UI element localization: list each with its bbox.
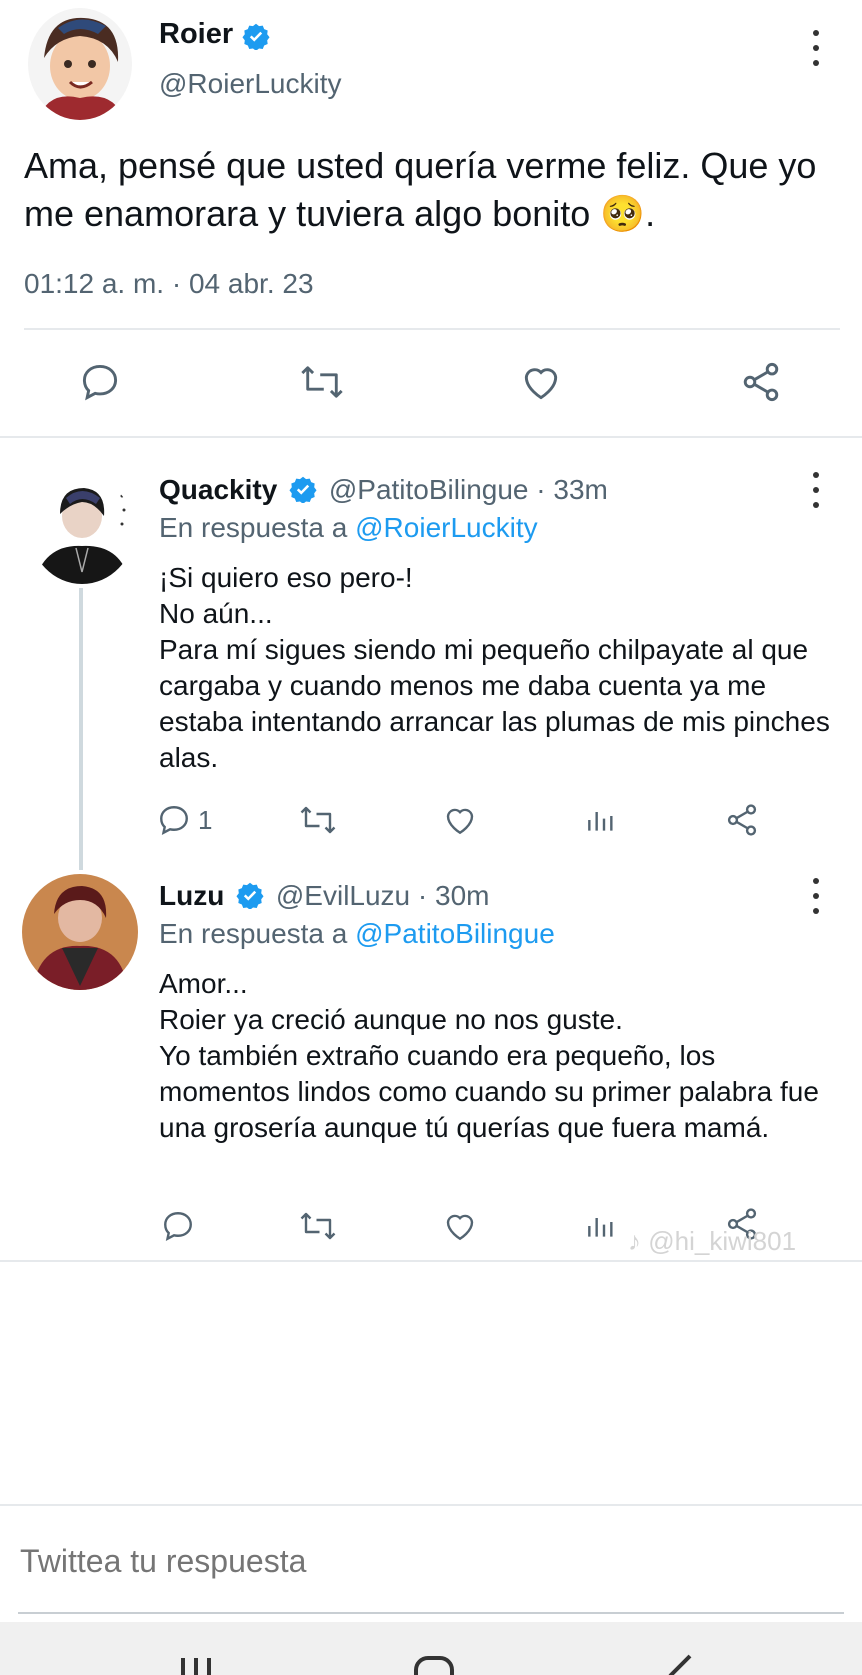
recent-apps-icon — [194, 1658, 198, 1675]
views-button[interactable] — [582, 1206, 618, 1246]
more-options-button[interactable] — [806, 472, 826, 508]
author-handle[interactable]: @RoierLuckity — [159, 68, 341, 100]
share-button[interactable] — [722, 800, 762, 840]
more-options-button[interactable] — [806, 30, 826, 66]
tweet-timestamp[interactable]: 01:12 a. m. · 04 abr. 23 — [24, 268, 314, 300]
thread-bottom-divider — [0, 1260, 862, 1262]
composer-top-divider — [0, 1504, 862, 1506]
more-icon-dot — [813, 487, 819, 493]
like-icon — [446, 1214, 474, 1241]
back-button[interactable] — [660, 1652, 700, 1675]
like-button[interactable] — [440, 800, 480, 840]
more-icon-dot — [813, 45, 819, 51]
like-button[interactable] — [516, 358, 566, 406]
recent-apps-icon — [207, 1658, 211, 1675]
retweet-icon — [300, 1212, 336, 1240]
author-block: Roier — [159, 18, 270, 51]
verified-badge-icon — [242, 23, 270, 50]
share-button[interactable] — [736, 358, 786, 406]
reply-icon — [164, 1212, 192, 1241]
composer-underline — [18, 1612, 844, 1614]
share-icon — [743, 362, 779, 402]
reply-header: Luzu @EvilLuzu · 30m — [159, 880, 489, 912]
reply-composer-input[interactable] — [18, 1530, 842, 1592]
more-icon-dot — [813, 893, 819, 899]
quackity-avatar[interactable] — [30, 476, 134, 584]
watermark: ♪ @hi_kiwi801 — [628, 1226, 797, 1256]
retweet-button[interactable] — [296, 800, 340, 840]
more-icon-dot — [813, 472, 819, 478]
reply-button[interactable]: 1 — [156, 800, 228, 840]
reply-text: ¡Si quiero eso pero-! No aún... Para mí … — [159, 562, 830, 773]
luzu-avatar[interactable] — [22, 874, 138, 990]
reply-context-link[interactable]: @PatitoBilingue — [355, 918, 555, 949]
section-divider — [0, 436, 862, 438]
reply-icon — [82, 364, 118, 401]
share-icon — [727, 804, 757, 836]
views-icon — [588, 1218, 613, 1237]
reply-author-name[interactable]: Quackity — [159, 474, 277, 505]
verified-badge-icon — [236, 882, 264, 909]
home-button[interactable] — [414, 1656, 454, 1675]
reply-icon — [160, 806, 188, 835]
views-icon — [588, 812, 613, 831]
reply-author-handle[interactable]: @PatitoBilingue · 33m — [329, 474, 608, 505]
reply-button[interactable] — [76, 358, 124, 406]
reply-text: Amor... Roier ya creció aunque no nos gu… — [159, 968, 819, 1143]
more-options-button[interactable] — [806, 878, 826, 914]
reply-count: 1 — [198, 804, 213, 835]
reply-button[interactable] — [156, 1206, 200, 1246]
reply-author-handle[interactable]: @EvilLuzu · 30m — [276, 880, 490, 911]
views-button[interactable] — [582, 800, 618, 840]
tweet-text-content: Ama, pensé que usted quería verme feliz.… — [24, 145, 817, 234]
recent-apps-button[interactable] — [172, 1658, 220, 1675]
thread-line — [79, 588, 83, 870]
reply-context: En respuesta a @RoierLuckity — [159, 512, 538, 544]
like-icon — [524, 368, 558, 400]
roier-avatar[interactable] — [28, 8, 132, 120]
system-navigation-bar — [0, 1622, 862, 1675]
like-icon — [446, 808, 474, 835]
like-button[interactable] — [440, 1206, 480, 1246]
more-icon-dot — [813, 878, 819, 884]
tweet-text: Ama, pensé que usted quería verme feliz.… — [24, 142, 844, 238]
retweet-button[interactable] — [294, 358, 350, 406]
reply-context-prefix: En respuesta a — [159, 918, 348, 949]
retweet-button[interactable] — [296, 1206, 340, 1246]
reply-context-prefix: En respuesta a — [159, 512, 348, 543]
reply-context: En respuesta a @PatitoBilingue — [159, 918, 555, 950]
more-icon-dot — [813, 502, 819, 508]
author-name[interactable]: Roier — [159, 18, 233, 50]
reply-header: Quackity @PatitoBilingue · 33m — [159, 474, 608, 506]
recent-apps-icon — [181, 1658, 185, 1675]
reply-author-name[interactable]: Luzu — [159, 880, 224, 911]
retweet-icon — [300, 806, 336, 834]
reply-context-link[interactable]: @RoierLuckity — [355, 512, 537, 543]
more-icon-dot — [813, 908, 819, 914]
retweet-icon — [301, 366, 343, 398]
more-icon-dot — [813, 60, 819, 66]
divider — [24, 328, 840, 330]
more-icon-dot — [813, 30, 819, 36]
back-icon — [668, 1654, 692, 1675]
verified-badge-icon — [289, 476, 317, 503]
